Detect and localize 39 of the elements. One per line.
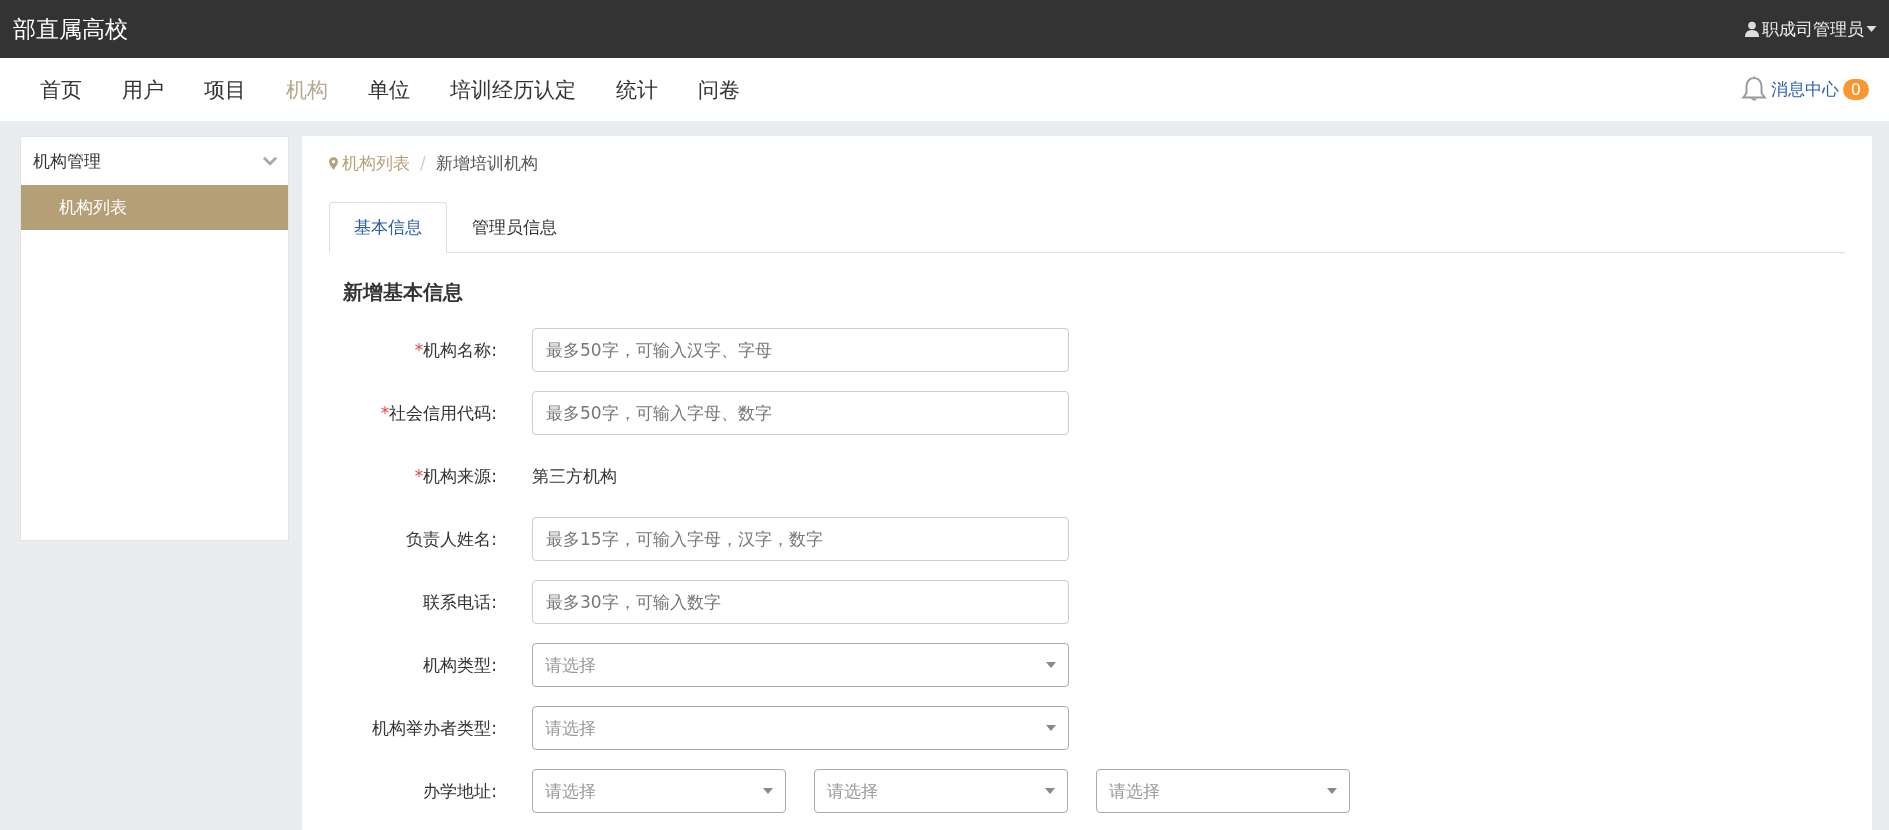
caret-icon: [1866, 26, 1877, 32]
field-value: 第三方机构: [532, 464, 617, 488]
form-heading: 新增基本信息: [343, 279, 464, 306]
nav-item[interactable]: 首页: [26, 75, 96, 104]
dropdown-arrow-icon: [763, 788, 773, 794]
dropdown-arrow-icon: [1046, 662, 1056, 668]
nav-item[interactable]: 项目: [190, 75, 260, 104]
breadcrumb-current: 新增培训机构: [435, 151, 538, 175]
user-icon: [1744, 21, 1760, 37]
field-label: *机构来源:: [413, 464, 497, 488]
field-label: *机构名称:: [413, 338, 497, 362]
dropdown-arrow-icon: [1327, 788, 1337, 794]
field-label: 办学地址:: [422, 779, 497, 803]
dropdown-arrow-icon: [1046, 725, 1056, 731]
input-field[interactable]: 最多30字，可输入数字: [532, 580, 1069, 624]
user-menu[interactable]: 职成司管理员: [1744, 17, 1877, 41]
bell-icon[interactable]: [1740, 75, 1767, 104]
input-field[interactable]: 最多15字，可输入字母，汉字，数字: [532, 517, 1069, 561]
sidebar-group[interactable]: 机构管理: [21, 137, 288, 185]
nav-item[interactable]: 单位: [354, 75, 424, 104]
nav-item[interactable]: 培训经历认定: [436, 75, 590, 104]
tab[interactable]: 基本信息: [329, 202, 447, 253]
message-center-link[interactable]: 消息中心: [1770, 78, 1839, 101]
location-pin-icon: [329, 156, 338, 170]
field-label: 负责人姓名:: [405, 527, 497, 551]
site-title: 部直属高校: [13, 14, 128, 44]
field-label: *社会信用代码:: [379, 401, 497, 425]
nav-item[interactable]: 统计: [602, 75, 672, 104]
dropdown-arrow-icon: [1045, 788, 1055, 794]
input-field[interactable]: 最多50字，可输入字母、数字: [532, 391, 1069, 435]
tab[interactable]: 管理员信息: [447, 202, 582, 253]
message-count-badge: 0: [1842, 79, 1869, 100]
field-label: 机构举办者类型:: [371, 716, 497, 740]
breadcrumb-separator: /: [420, 153, 426, 173]
nav-item[interactable]: 问卷: [684, 75, 754, 104]
nav-item[interactable]: 用户: [108, 75, 178, 104]
field-label: 机构类型:: [422, 653, 497, 677]
input-field[interactable]: 最多50字，可输入汉字、字母: [532, 328, 1069, 372]
field-label: 联系电话:: [422, 590, 497, 614]
